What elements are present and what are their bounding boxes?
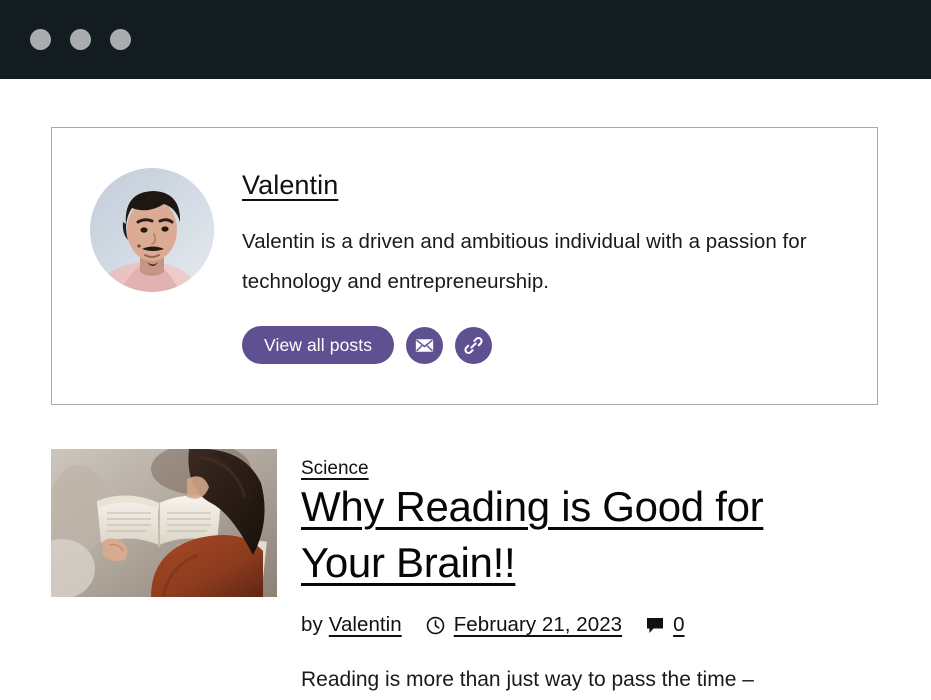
- post-meta-row: by Valentin February 21, 2023 0: [301, 613, 880, 637]
- author-action-row: View all posts: [242, 326, 837, 365]
- author-details: Valentin Valentin is a driven and ambiti…: [242, 164, 837, 404]
- post-category-link[interactable]: Science: [301, 459, 369, 478]
- window-dot-maximize[interactable]: [110, 29, 131, 50]
- window-dot-close[interactable]: [30, 29, 51, 50]
- author-name-link[interactable]: Valentin: [242, 170, 338, 201]
- author-bio-card: Valentin Valentin is a driven and ambiti…: [51, 127, 878, 405]
- post-comment-count[interactable]: 0: [673, 613, 684, 637]
- comment-bubble-icon: [646, 617, 664, 634]
- envelope-icon: [415, 338, 434, 353]
- post-author-link[interactable]: Valentin: [329, 613, 402, 637]
- post-by-label: by: [301, 613, 323, 636]
- avatar[interactable]: [90, 168, 214, 292]
- window-dot-minimize[interactable]: [70, 29, 91, 50]
- window-controls: [30, 29, 131, 50]
- copy-link-button[interactable]: [455, 326, 493, 364]
- post-excerpt: Reading is more than just way to pass th…: [301, 668, 754, 691]
- post-thumbnail[interactable]: [51, 449, 277, 597]
- avatar-container: [90, 164, 214, 404]
- view-all-posts-button[interactable]: View all posts: [242, 326, 395, 365]
- clock-icon: [426, 616, 445, 635]
- chain-link-icon: [464, 336, 483, 355]
- post-title-link[interactable]: Why Reading is Good for Your Brain!!: [301, 483, 764, 586]
- post-date-link[interactable]: February 21, 2023: [454, 613, 622, 637]
- author-bio-text: Valentin is a driven and ambitious indiv…: [242, 230, 807, 294]
- post-list-item: Science Why Reading is Good for Your Bra…: [51, 449, 880, 697]
- post-title-container: Why Reading is Good for Your Brain!!: [301, 479, 841, 591]
- post-details: Science Why Reading is Good for Your Bra…: [301, 449, 880, 697]
- email-author-button[interactable]: [406, 326, 444, 364]
- page-content: Valentin Valentin is a driven and ambiti…: [0, 127, 931, 697]
- browser-title-bar: [0, 0, 931, 79]
